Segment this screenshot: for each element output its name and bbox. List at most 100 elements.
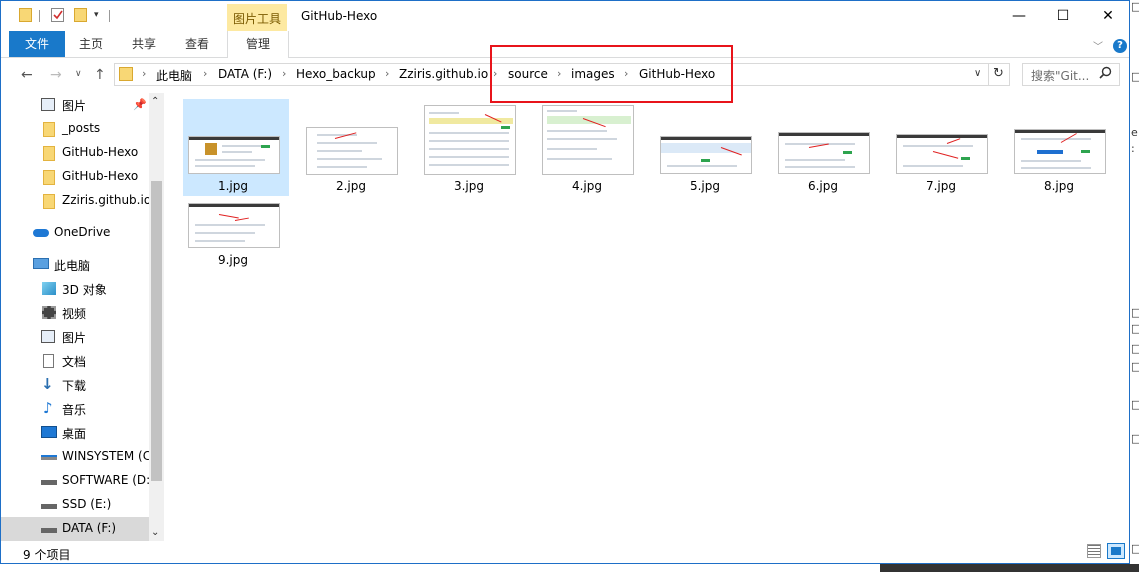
sidebar-item-label: _posts (62, 121, 101, 135)
breadcrumb-separator[interactable]: › (282, 67, 286, 80)
tab-share[interactable]: 共享 (124, 31, 164, 57)
sidebar-item-music[interactable]: ♪ 音乐 (1, 397, 149, 421)
thumbnail-image (1014, 129, 1106, 174)
pin-icon[interactable]: 📌 (133, 98, 147, 111)
close-icon: ✕ (1102, 8, 1114, 24)
documents-icon (43, 354, 54, 368)
file-name: 6.jpg (807, 179, 839, 193)
sidebar-item-label: GitHub-Hexo (62, 145, 139, 159)
onedrive-icon (33, 229, 49, 237)
music-icon: ♪ (43, 399, 53, 417)
large-icons-view-icon[interactable] (1107, 543, 1125, 559)
sidebar-item-pictures-pinned[interactable]: 图片 📌 (1, 93, 149, 117)
sidebar-item-this-pc[interactable]: 此电脑 (1, 253, 149, 277)
address-dropdown-icon[interactable]: ∨ (974, 68, 981, 79)
file-name: 5.jpg (689, 179, 721, 193)
file-item[interactable]: 4.jpg (537, 99, 643, 196)
downloads-icon: ↓ (41, 375, 54, 393)
sidebar-item-github-hexo[interactable]: GitHub-Hexo (1, 141, 149, 165)
sidebar-item-label: Zziris.github.io (62, 193, 152, 207)
breadcrumb-data-drive[interactable]: DATA (F:) (218, 67, 272, 81)
file-item[interactable]: 5.jpg (655, 99, 761, 196)
sidebar-item-label: GitHub-Hexo (62, 169, 139, 183)
sidebar-item-onedrive[interactable]: OneDrive (1, 221, 149, 245)
sidebar-item-label: SOFTWARE (D: (62, 473, 151, 487)
help-icon[interactable]: ? (1113, 39, 1127, 53)
sidebar-item-3d-objects[interactable]: 3D 对象 (1, 277, 149, 301)
breadcrumb-this-pc[interactable]: 此电脑 (156, 67, 192, 84)
maximize-icon: ☐ (1056, 8, 1070, 24)
sidebar-item-label: 视频 (62, 307, 87, 321)
sidebar-item-label: 音乐 (62, 403, 87, 417)
navigation-pane: 图片 📌 _posts GitHub-Hexo GitHub-Hexo Zzir… (1, 93, 164, 541)
sidebar-item-posts[interactable]: _posts (1, 117, 149, 141)
thumbnail-image (188, 203, 280, 248)
folder-icon (43, 122, 55, 137)
file-item[interactable]: 7.jpg (891, 99, 997, 196)
sidebar-item-data-drive[interactable]: DATA (F:) (1, 517, 149, 541)
folder-icon (43, 170, 55, 185)
sidebar-item-github-hexo-2[interactable]: GitHub-Hexo (1, 165, 149, 189)
sidebar-item-pictures[interactable]: 图片 (1, 325, 149, 349)
sidebar-item-label: SSD (E:) (62, 497, 112, 511)
tab-view[interactable]: 查看 (177, 31, 217, 57)
properties-icon[interactable] (51, 8, 64, 22)
thumbnail-image (660, 136, 752, 174)
thumbnail-image (424, 105, 516, 175)
file-name: 2.jpg (335, 179, 367, 193)
sidebar-scrollbar-thumb[interactable] (151, 181, 162, 481)
back-button[interactable]: ← (21, 67, 33, 83)
file-item[interactable]: 3.jpg (419, 99, 525, 196)
sidebar-item-desktop[interactable]: 桌面 (1, 421, 149, 445)
sidebar-item-label: 文档 (62, 355, 87, 369)
sidebar-item-downloads[interactable]: ↓ 下载 (1, 373, 149, 397)
breadcrumb-separator[interactable]: › (385, 67, 389, 80)
tab-file[interactable]: 文件 (9, 31, 65, 57)
file-item[interactable]: 8.jpg (1009, 99, 1115, 196)
videos-icon (42, 306, 56, 319)
pictures-icon (41, 98, 55, 111)
quick-access-dropdown-icon[interactable]: ▾ (94, 10, 99, 20)
folder-icon (43, 146, 55, 161)
drive-icon (41, 504, 57, 509)
tab-home[interactable]: 主页 (71, 31, 111, 57)
minimize-button[interactable]: — (997, 1, 1041, 31)
scroll-down-icon[interactable]: ⌄ (151, 527, 159, 538)
search-icon[interactable] (1099, 66, 1112, 82)
forward-button[interactable]: → (50, 67, 62, 83)
separator (988, 63, 989, 86)
recent-locations-icon[interactable]: ∨ (75, 69, 82, 79)
file-item[interactable]: 2.jpg (301, 99, 407, 196)
sidebar-item-ssd[interactable]: SSD (E:) (1, 493, 149, 517)
up-button[interactable]: ↑ (94, 67, 106, 83)
scroll-up-icon[interactable]: ⌃ (151, 96, 159, 107)
expand-ribbon-icon[interactable]: ﹀ (1093, 38, 1103, 53)
item-count: 9 个项目 (23, 548, 71, 562)
sidebar-item-software[interactable]: SOFTWARE (D: (1, 469, 151, 493)
breadcrumb-zziris[interactable]: Zziris.github.io (399, 67, 488, 81)
new-folder-icon[interactable] (74, 8, 87, 22)
sidebar-item-documents[interactable]: 文档 (1, 349, 149, 373)
close-button[interactable]: ✕ (1086, 1, 1129, 31)
file-item[interactable]: 9.jpg (183, 173, 289, 270)
refresh-icon[interactable]: ↻ (993, 66, 1004, 81)
drive-icon (41, 528, 57, 533)
maximize-button[interactable]: ☐ (1041, 1, 1085, 31)
details-view-icon[interactable] (1087, 544, 1101, 558)
tab-manage[interactable]: 管理 (227, 31, 289, 58)
sidebar-item-zziris[interactable]: Zziris.github.io (1, 189, 152, 213)
sidebar-item-winsystem[interactable]: WINSYSTEM (C (1, 445, 151, 469)
this-pc-icon (33, 258, 49, 269)
folder-icon (19, 8, 32, 22)
annotation-highlight-box (490, 45, 733, 103)
separator (39, 10, 40, 22)
file-name: 9.jpg (217, 253, 249, 267)
background-window-bottom (0, 564, 1139, 572)
breadcrumb-hexo-backup[interactable]: Hexo_backup (296, 67, 376, 81)
breadcrumb-separator[interactable]: › (203, 67, 207, 80)
breadcrumb-separator[interactable]: › (142, 67, 146, 80)
sidebar-item-label: 此电脑 (54, 259, 91, 273)
sidebar-item-videos[interactable]: 视频 (1, 301, 149, 325)
file-item[interactable]: 6.jpg (773, 99, 879, 196)
separator (109, 10, 110, 22)
